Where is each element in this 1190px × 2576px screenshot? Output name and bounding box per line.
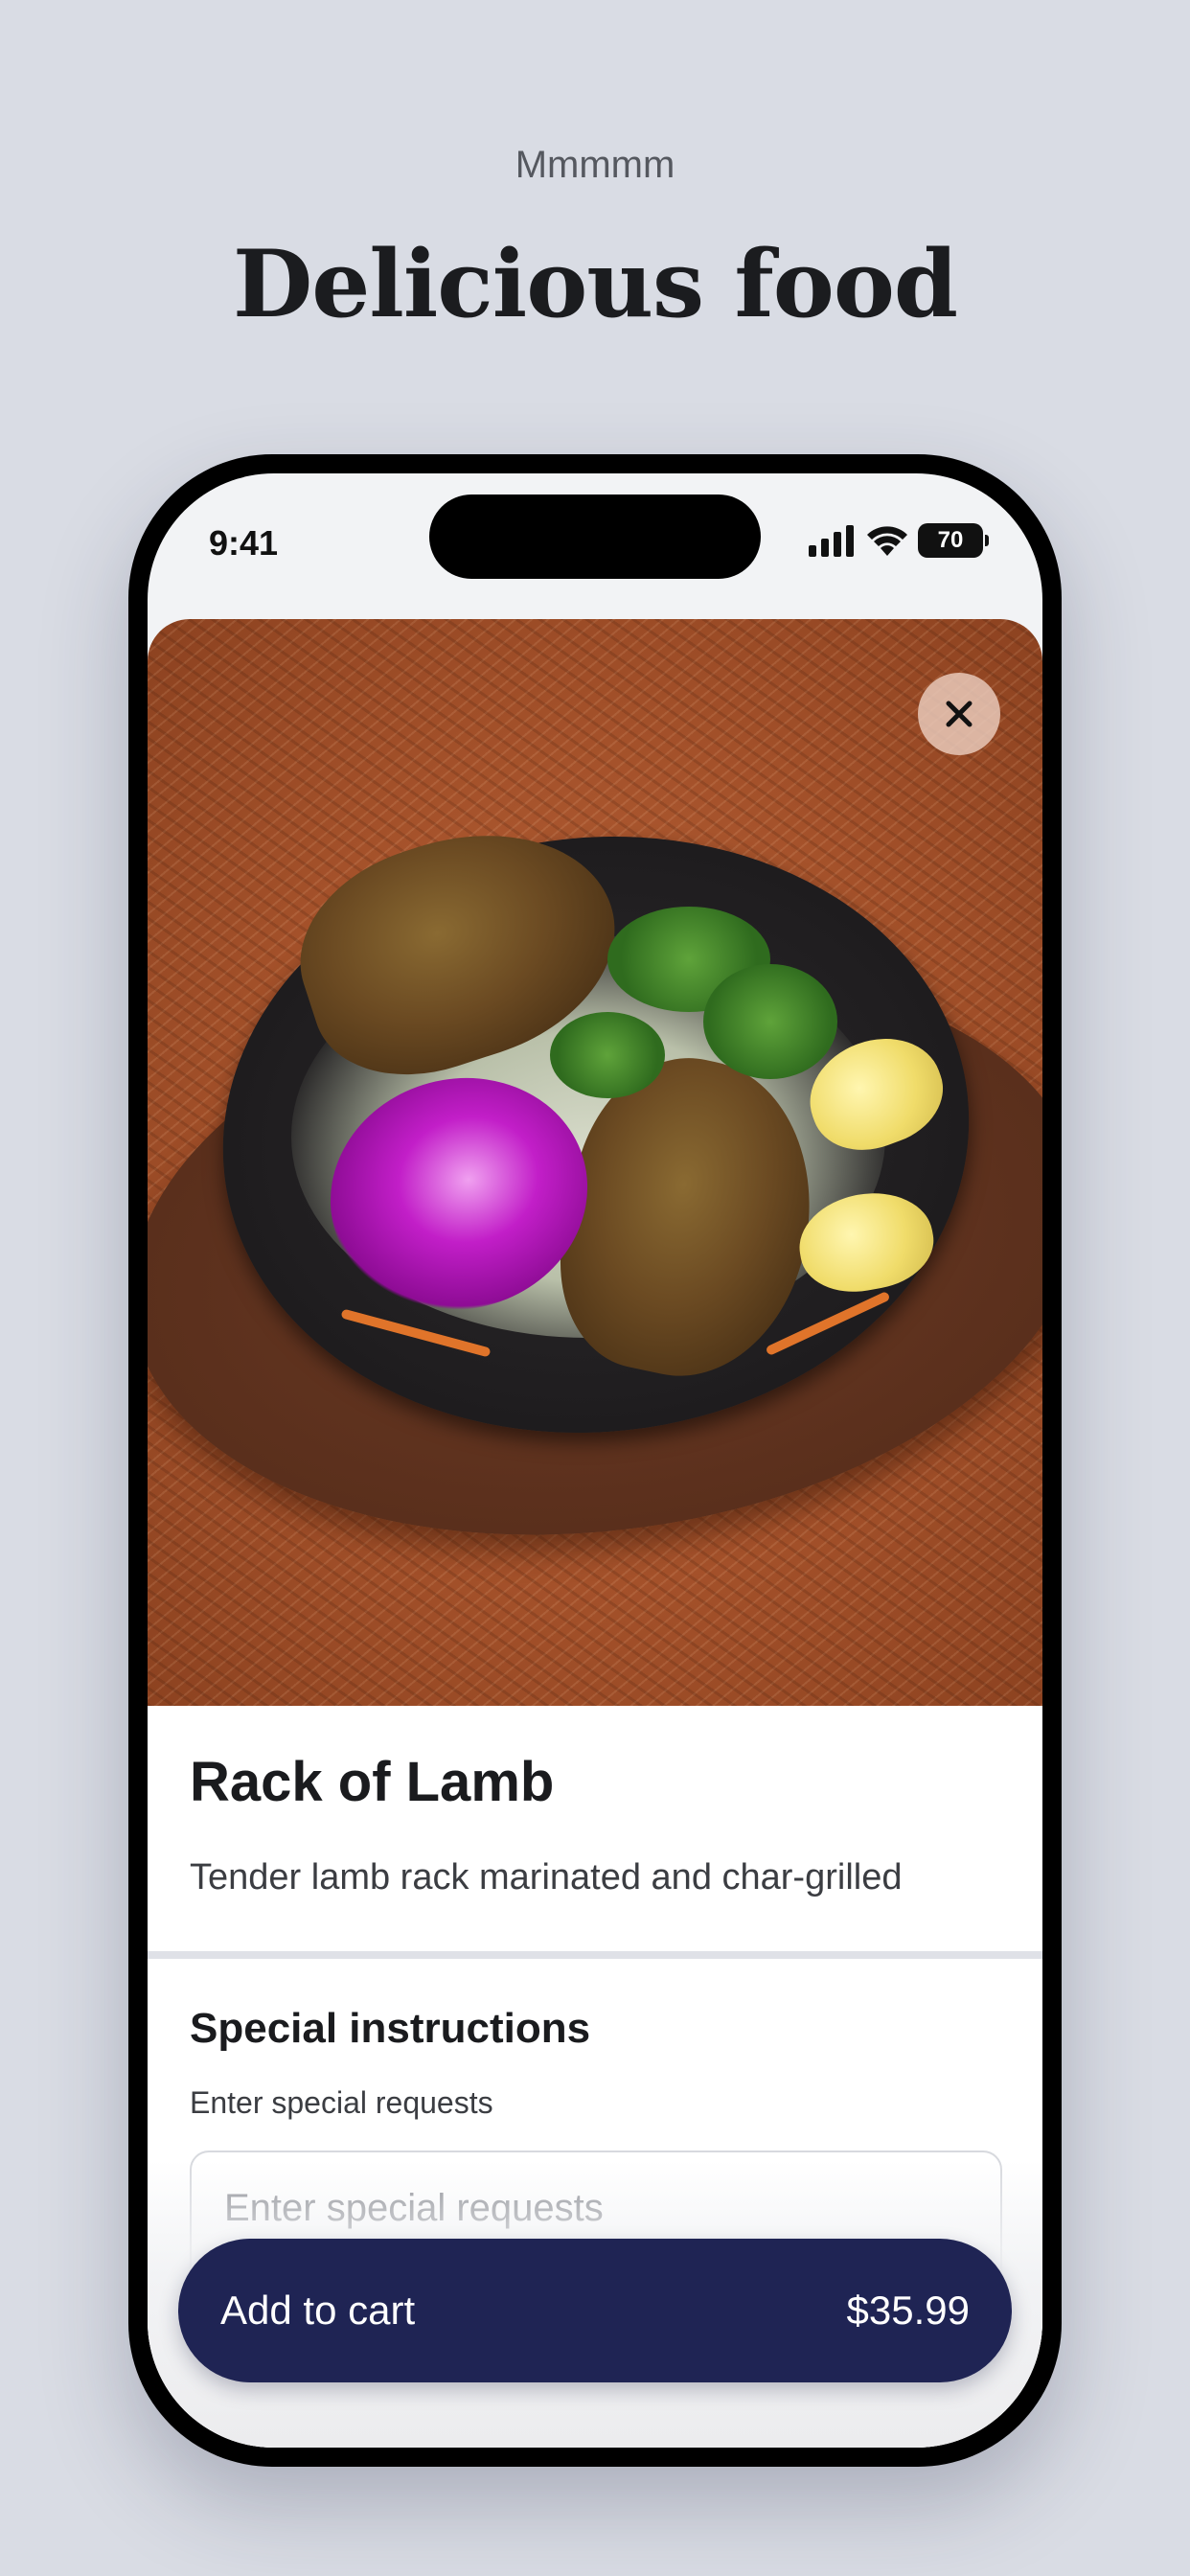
close-button[interactable] [918, 673, 1000, 755]
dynamic-island [429, 494, 761, 579]
page: Mmmmm Delicious food 9:41 70 Rack of Lam… [0, 0, 1190, 2576]
add-to-cart-label: Add to cart [220, 2288, 416, 2333]
status-time: 9:41 [209, 523, 279, 563]
cart-price: $35.99 [846, 2288, 970, 2333]
wifi-icon [867, 526, 907, 556]
food-photo [148, 619, 1042, 1706]
battery-icon: 70 [918, 523, 989, 558]
phone-screen: 9:41 70 Rack of Lamb Tender lamb rack ma… [148, 473, 1042, 2448]
add-to-cart-button[interactable]: Add to cart $35.99 [178, 2239, 1012, 2382]
close-icon [946, 701, 973, 727]
page-headline: Delicious food [233, 230, 958, 338]
item-description: Tender lamb rack marinated and char-gril… [190, 1857, 903, 1898]
phone-frame: 9:41 70 Rack of Lamb Tender lamb rack ma… [128, 454, 1062, 2467]
page-kicker: Mmmmm [515, 144, 675, 186]
item-title: Rack of Lamb [190, 1751, 555, 1813]
section-divider [148, 1951, 1042, 1959]
battery-level: 70 [937, 527, 964, 553]
status-icons: 70 [807, 521, 989, 560]
signal-icon [809, 525, 854, 557]
special-instructions-label: Enter special requests [190, 2085, 493, 2120]
special-instructions-heading: Special instructions [190, 2005, 591, 2052]
